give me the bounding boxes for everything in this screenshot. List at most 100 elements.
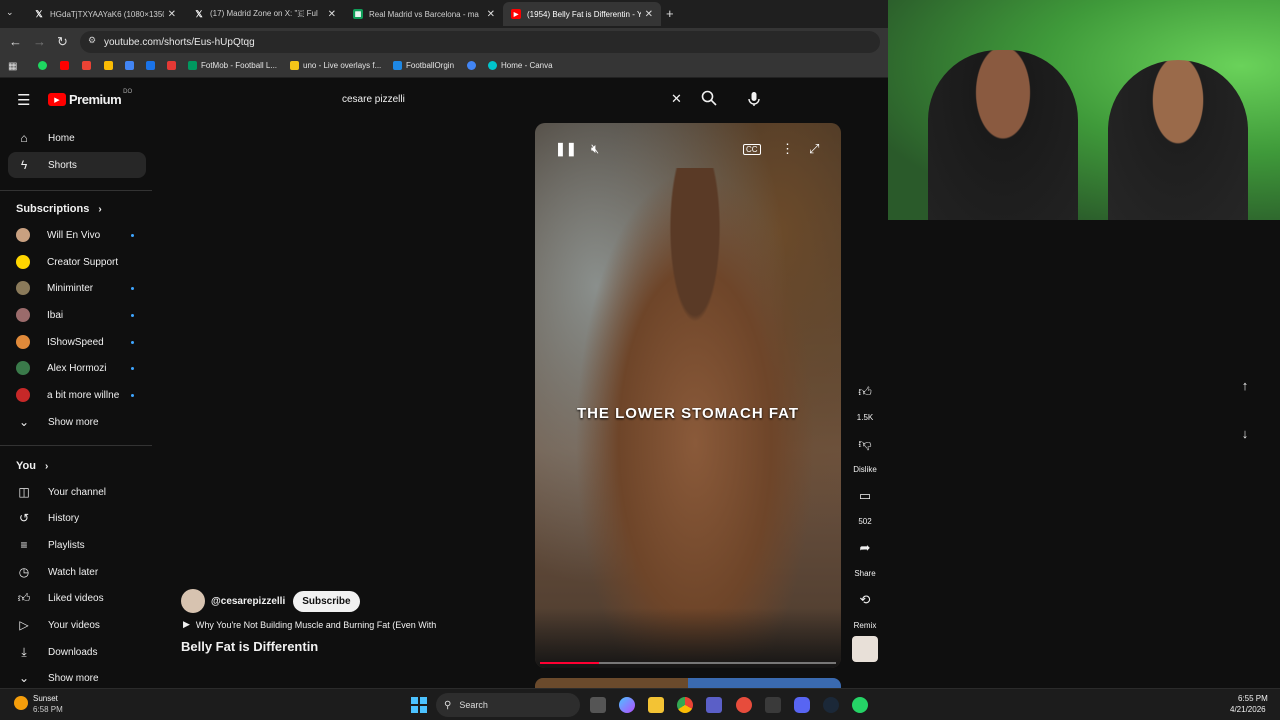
address-bar[interactable]: ⚙ youtube.com/shorts/Eus-hUpQtqg xyxy=(80,31,880,53)
new-tab-button[interactable]: + xyxy=(666,6,674,21)
clock-date[interactable]: 4/21/2026 xyxy=(1230,705,1266,714)
bookmark-6[interactable] xyxy=(167,61,180,70)
bookmark-uno[interactable]: uno - Live overlays f... xyxy=(290,61,381,70)
flag-icon xyxy=(167,61,176,70)
show-more-button[interactable]: ⌄ Show more xyxy=(8,409,146,435)
bookmark-5[interactable] xyxy=(146,61,159,70)
bookmark-3[interactable] xyxy=(104,61,117,70)
browser-tab-bar: ⌄ 𝕏 HGdaTjTXYAAYaK6 (1080×1350 ✕ 𝕏 (17) … xyxy=(0,0,888,28)
sidebar-item-shorts[interactable]: ϟ Shorts xyxy=(8,152,146,178)
taskbar-search[interactable]: ⚲ Search xyxy=(436,693,580,717)
shorts-video-player[interactable]: ❚❚ 🔇︎ CC ⋮ ⤢ THE LOWER STOMACH FAT xyxy=(535,123,841,668)
you-heading[interactable]: You › xyxy=(16,460,48,472)
voice-search-button[interactable] xyxy=(740,86,768,112)
clear-search-icon[interactable]: ✕ xyxy=(671,91,682,107)
tab-list-button[interactable]: ⌄ xyxy=(6,7,14,18)
subscription-item[interactable]: Ibai xyxy=(8,302,146,328)
channel-handle[interactable]: @cesarepizzelli xyxy=(211,596,285,607)
close-tab-icon[interactable]: ✕ xyxy=(168,9,176,20)
like-button[interactable]: 👍︎ 1.5K xyxy=(848,377,882,422)
video-progress-bar[interactable] xyxy=(540,662,836,664)
reload-button[interactable]: ↻ xyxy=(57,34,68,50)
close-tab-icon[interactable]: ✕ xyxy=(645,9,653,20)
weather-icon[interactable] xyxy=(14,696,28,710)
more-options-icon[interactable]: ⋮ xyxy=(781,141,794,157)
bookmark-9[interactable] xyxy=(467,61,480,70)
search-input[interactable] xyxy=(330,86,690,112)
url-text: youtube.com/shorts/Eus-hUpQtqg xyxy=(104,36,255,48)
sheets-icon: ▦ xyxy=(353,9,363,19)
back-button[interactable]: ← xyxy=(9,34,22,49)
bookmark-footballorgin[interactable]: FootballOrgin xyxy=(393,61,454,70)
start-button[interactable] xyxy=(411,697,427,713)
previous-short-button[interactable]: ↑ xyxy=(1231,371,1259,399)
next-short-preview[interactable] xyxy=(535,678,841,688)
search-icon[interactable] xyxy=(701,90,717,111)
close-tab-icon[interactable]: ✕ xyxy=(487,9,495,20)
bookmark-2[interactable] xyxy=(82,61,95,70)
comments-button[interactable]: ▭ 502 xyxy=(848,481,882,526)
bookmark-0[interactable] xyxy=(38,61,51,70)
tab-2[interactable]: ▦ Real Madrid vs Barcelona - ma ✕ xyxy=(345,2,503,26)
tab-3[interactable]: ▶ (1954) Belly Fat is Differentin - Y ✕ xyxy=(503,2,661,26)
photos-icon[interactable] xyxy=(736,697,752,713)
arrow-down-icon: ↓ xyxy=(1241,425,1249,441)
chrome-icon[interactable] xyxy=(677,697,693,713)
next-short-button[interactable]: ↓ xyxy=(1231,419,1259,447)
whatsapp-icon[interactable] xyxy=(852,697,868,713)
avatar xyxy=(16,335,30,349)
bookmark-1[interactable] xyxy=(60,61,73,70)
subscription-item[interactable]: Alex Hormozi xyxy=(8,355,146,381)
share-button[interactable]: ➦ Share xyxy=(848,533,882,578)
remix-button[interactable]: ⟲ Remix xyxy=(848,585,882,630)
channel-avatar[interactable] xyxy=(181,589,205,613)
discord-icon[interactable] xyxy=(794,697,810,713)
subscription-item[interactable]: a bit more willne xyxy=(8,382,146,408)
sidebar-item-downloads[interactable]: ⤓ Downloads xyxy=(8,639,146,665)
channel-info: @cesarepizzelli Subscribe xyxy=(181,589,360,613)
store-icon[interactable] xyxy=(765,697,781,713)
clock-time[interactable]: 6:55 PM xyxy=(1238,694,1268,703)
copilot-icon[interactable] xyxy=(619,697,635,713)
sidebar-item-label: Watch later xyxy=(48,566,99,578)
subscription-item[interactable]: Miniminter xyxy=(8,275,146,301)
related-video-link[interactable]: ▶ Why You're Not Building Muscle and Bur… xyxy=(181,619,436,630)
bookmark-label: uno - Live overlays f... xyxy=(303,61,382,70)
new-content-dot xyxy=(131,286,134,290)
bookmark-4[interactable] xyxy=(125,61,138,70)
subscription-item[interactable]: Creator Support xyxy=(8,249,146,275)
task-view-icon[interactable] xyxy=(590,697,606,713)
bookmark-fotmob[interactable]: FotMob - Football L... xyxy=(188,61,277,70)
fullscreen-button[interactable]: ⤢ xyxy=(809,141,819,157)
sidebar-item-your-channel[interactable]: ◫ Your channel xyxy=(8,479,146,505)
sidebar-item-watch-later[interactable]: ◷ Watch later xyxy=(8,559,146,585)
mute-button[interactable]: 🔇︎ xyxy=(591,141,599,157)
file-explorer-icon[interactable] xyxy=(648,697,664,713)
sound-thumbnail[interactable] xyxy=(852,636,878,662)
comment-icon: ▭ xyxy=(858,488,872,503)
pause-button[interactable]: ❚❚ xyxy=(555,141,577,157)
subscription-item[interactable]: IShowSpeed xyxy=(8,329,146,355)
sidebar-item-liked-videos[interactable]: 👍︎ Liked videos xyxy=(8,585,146,611)
sidebar-item-history[interactable]: ↺ History xyxy=(8,505,146,531)
like-count: 1.5K xyxy=(856,413,874,422)
subscriptions-heading[interactable]: Subscriptions › xyxy=(16,203,102,215)
close-tab-icon[interactable]: ✕ xyxy=(328,9,336,20)
sidebar-item-your-videos[interactable]: ▷ Your videos xyxy=(8,612,146,638)
subscribe-button[interactable]: Subscribe xyxy=(293,590,360,612)
sidebar: ⌂ Home ϟ Shorts Subscriptions › Will En … xyxy=(0,80,152,688)
tab-1[interactable]: 𝕏 (17) Madrid Zone on X: "🇪 Ful ✕ xyxy=(186,2,344,26)
forward-button[interactable]: → xyxy=(33,34,46,49)
sidebar-item-playlists[interactable]: ≡ Playlists xyxy=(8,532,146,558)
subscription-item[interactable]: Will En Vivo xyxy=(8,222,146,248)
site-info-icon[interactable]: ⚙ xyxy=(88,35,96,46)
tab-0[interactable]: 𝕏 HGdaTjTXYAAYaK6 (1080×1350 ✕ xyxy=(26,2,184,26)
captions-button[interactable]: CC xyxy=(743,144,761,155)
sidebar-item-home[interactable]: ⌂ Home xyxy=(8,125,146,151)
steam-icon[interactable] xyxy=(823,697,839,713)
bookmark-canva[interactable]: Home - Canva xyxy=(488,61,553,70)
teams-icon[interactable] xyxy=(706,697,722,713)
apps-icon[interactable]: ▦ xyxy=(8,61,17,72)
shorts-icon: ϟ xyxy=(20,158,28,172)
dislike-button[interactable]: 👎︎ Dislike xyxy=(848,429,882,474)
